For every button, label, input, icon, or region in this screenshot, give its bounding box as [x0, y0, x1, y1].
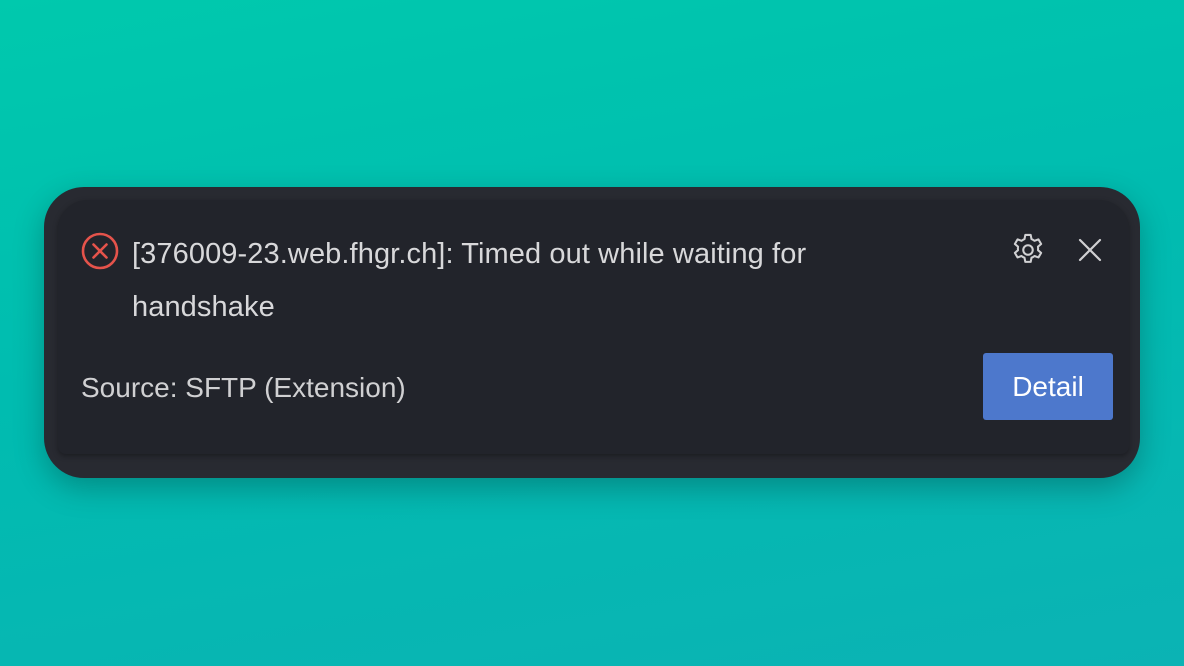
notification-source: Source: SFTP (Extension): [81, 372, 406, 403]
detail-button[interactable]: Detail: [983, 353, 1113, 420]
gear-icon[interactable]: [1009, 231, 1047, 269]
error-icon: [80, 231, 120, 271]
notification-shell: [376009-23.web.fhgr.ch]: Timed out while…: [44, 187, 1140, 478]
notification-toast: [376009-23.web.fhgr.ch]: Timed out while…: [58, 200, 1129, 454]
close-icon[interactable]: [1074, 234, 1106, 266]
notification-message: [376009-23.web.fhgr.ch]: Timed out while…: [132, 238, 807, 323]
